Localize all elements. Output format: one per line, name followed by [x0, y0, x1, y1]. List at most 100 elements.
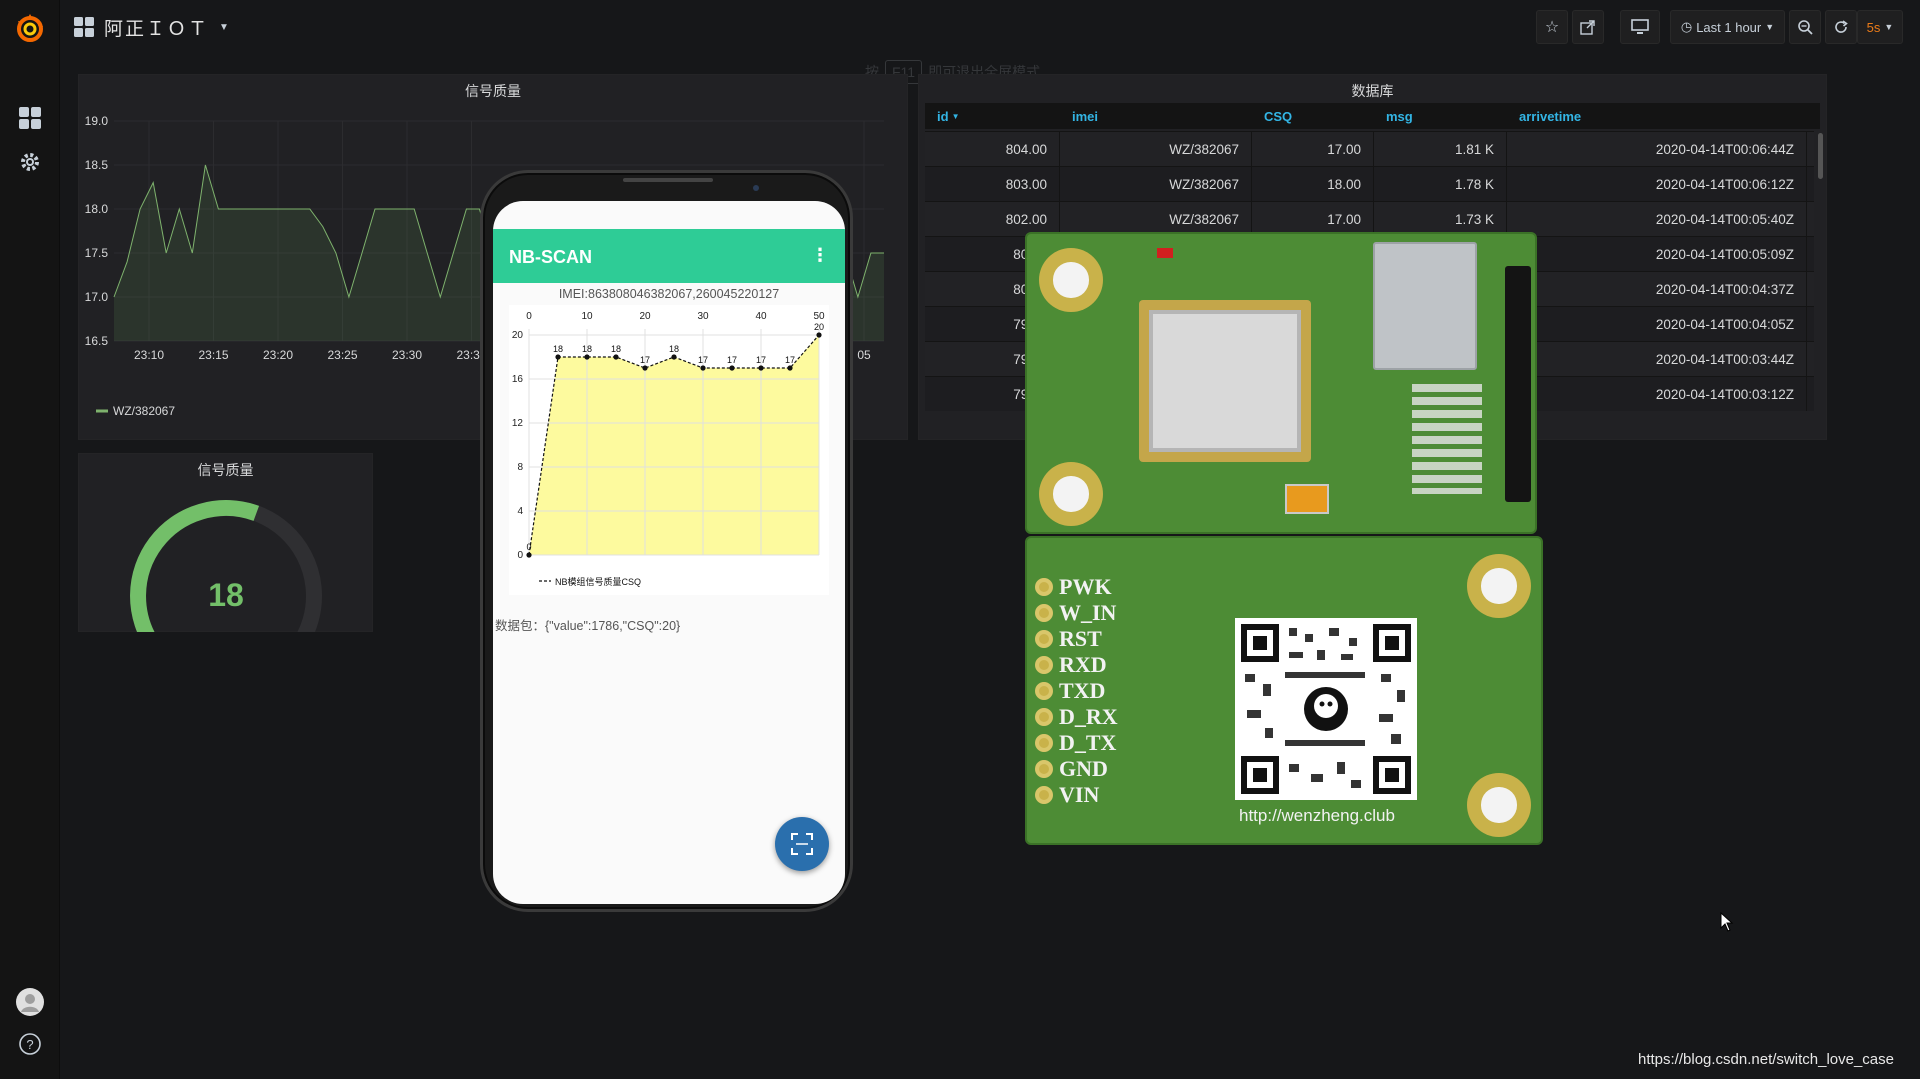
y-tick-label: 0 — [517, 550, 523, 561]
caret-down-icon: ▼ — [219, 21, 231, 33]
dashboard-picker[interactable]: 阿正ＩＯＴ ▼ — [74, 12, 231, 42]
data-point — [642, 365, 648, 371]
table-cell-arrivetime: 2020-04-14T00:05:40Z — [1507, 202, 1807, 236]
y-tick-label: 18.5 — [85, 158, 109, 172]
table-cell-id: 802.00 — [925, 202, 1060, 236]
table-row[interactable]: 802.00 WZ/382067 17.00 1.73 K 2020-04-14T00:… — [925, 201, 1814, 236]
tv-mode-button[interactable] — [1620, 10, 1660, 44]
table-cell-msg: 1.78 K — [1374, 167, 1507, 201]
pin-label: D_RX — [1059, 704, 1118, 729]
y-tick-label: 17.0 — [85, 290, 109, 304]
panel-title: 信号质量 — [197, 462, 254, 478]
table-cell-arrivetime: 2020-04-14T00:05:09Z — [1507, 237, 1807, 271]
y-tick-label: 16.5 — [85, 334, 109, 348]
data-label: 0 — [526, 542, 531, 552]
scan-fab[interactable] — [775, 817, 829, 871]
area-fill — [529, 335, 819, 555]
led — [1157, 248, 1173, 258]
y-tick-label: 8 — [517, 462, 523, 473]
x-tick-label: 05 — [857, 348, 871, 362]
avatar[interactable] — [0, 980, 60, 1024]
csq-chart: 0 10 20 30 40 50201612840018 18 18171817 17 17 172… — [509, 305, 829, 595]
overflow-menu-icon[interactable]: ⋮ — [811, 245, 829, 266]
pin-pad — [1035, 708, 1053, 726]
data-point — [613, 354, 619, 360]
pin-label: TXD — [1059, 678, 1106, 703]
pin-label: VIN — [1059, 782, 1100, 807]
column-label: imei — [1072, 108, 1099, 124]
pin-pad — [1035, 656, 1053, 674]
dashboard-title: 阿正ＩＯＴ — [104, 18, 210, 40]
data-point — [816, 332, 822, 338]
table-cell-imei: WZ/382067 — [1060, 132, 1252, 166]
data-point — [700, 365, 706, 371]
caret-down-icon: ▼ — [1884, 22, 1894, 32]
column-header-msg[interactable]: msg — [1374, 103, 1507, 129]
table-scrollbar[interactable] — [1818, 133, 1823, 179]
y-tick-label: 18.0 — [85, 202, 109, 216]
x-tick-label: 10 — [581, 311, 593, 322]
table-cell-msg: 1.81 K — [1374, 132, 1507, 166]
star-button[interactable]: ☆ — [1536, 10, 1568, 44]
table-cell-msg: 1.73 K — [1374, 202, 1507, 236]
y-tick-label: 16 — [512, 374, 524, 385]
star-icon: ☆ — [1544, 19, 1560, 36]
column-header-arrivetime[interactable]: arrivetime — [1507, 103, 1807, 129]
pin-pad — [1035, 734, 1053, 752]
table-row[interactable]: 804.00 WZ/382067 17.00 1.81 K 2020-04-14T00:… — [925, 131, 1814, 166]
scan-icon — [791, 833, 813, 855]
legend-label: NB模组信号质量CSQ — [555, 576, 641, 587]
x-tick-label: 30 — [697, 311, 709, 322]
help-icon[interactable]: ? — [0, 1022, 60, 1066]
table-cell-arrivetime: 2020-04-14T00:03:44Z — [1507, 342, 1807, 376]
phone-mockup: NB-SCAN ⋮ IMEI:863808046382067,260045220… — [480, 170, 853, 912]
gauge-fill — [130, 500, 260, 632]
x-tick-label: 50 — [813, 311, 825, 322]
imei-text: IMEI:863808046382067,260045220127 — [558, 287, 780, 301]
column-label: id — [937, 108, 949, 124]
data-point — [555, 354, 561, 360]
data-label: 18 — [611, 344, 621, 354]
column-header-id[interactable]: id ▼ — [925, 103, 1060, 129]
data-label: 17 — [727, 355, 737, 365]
pcb-top-board — [1025, 232, 1537, 534]
gear-icon[interactable] — [0, 140, 60, 184]
pin-pad — [1035, 630, 1053, 648]
pin-header — [1505, 266, 1531, 502]
zoom-out-button[interactable] — [1789, 10, 1821, 44]
table-cell-arrivetime: 2020-04-14T00:06:44Z — [1507, 132, 1807, 166]
mounting-hole — [1039, 462, 1103, 526]
table-header: id ▼ imei CSQ msg arrivetime — [925, 103, 1820, 129]
x-tick-label: 0 — [526, 311, 532, 322]
column-header-csq[interactable]: CSQ — [1252, 103, 1374, 129]
data-point — [758, 365, 764, 371]
table-cell-csq: 17.00 — [1252, 202, 1374, 236]
data-point — [787, 365, 793, 371]
time-range-picker[interactable]: ◷ Last 1 hour ▼ — [1670, 10, 1785, 44]
table-row[interactable]: 803.00 WZ/382067 18.00 1.78 K 2020-04-14T00:… — [925, 166, 1814, 201]
data-label: 17 — [785, 355, 795, 365]
data-point — [729, 365, 735, 371]
x-tick-label: 23:20 — [263, 348, 293, 362]
refresh-button[interactable] — [1825, 10, 1857, 44]
signal-gauge-panel[interactable]: 信号质量 18 — [78, 453, 373, 632]
sort-desc-icon: ▼ — [951, 111, 960, 121]
capacitor — [1285, 484, 1329, 514]
data-point — [584, 354, 590, 360]
data-label: 18 — [582, 344, 592, 354]
table-cell-imei: WZ/382067 — [1060, 202, 1252, 236]
grafana-logo-icon[interactable] — [0, 6, 60, 50]
refresh-interval-picker[interactable]: 5s ▼ — [1857, 10, 1903, 44]
pin-label: RST — [1059, 626, 1102, 651]
x-tick-label: 23:10 — [134, 348, 164, 362]
refresh-interval-label: 5s — [1866, 19, 1881, 35]
monitor-icon — [1631, 19, 1649, 34]
share-button[interactable] — [1572, 10, 1604, 44]
column-label: msg — [1386, 108, 1413, 124]
column-header-imei[interactable]: imei — [1060, 103, 1252, 129]
data-label: 17 — [756, 355, 766, 365]
x-tick-label: 23:30 — [392, 348, 422, 362]
dashboards-icon[interactable] — [0, 96, 60, 140]
pin-pad — [1035, 786, 1053, 804]
mounting-hole — [1467, 773, 1531, 837]
